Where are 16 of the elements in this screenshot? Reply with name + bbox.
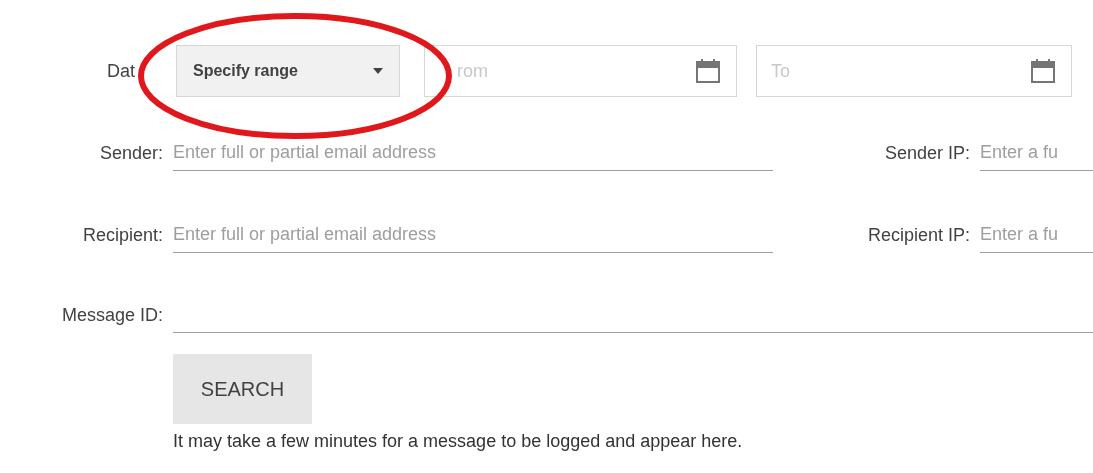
calendar-icon[interactable] <box>696 59 720 83</box>
search-button[interactable]: SEARCH <box>173 354 312 424</box>
field-label: Message ID: <box>61 303 163 327</box>
field-label: Sender: <box>99 141 163 165</box>
hint-text: It may take a few minutes for a message to be logged and appear here. <box>173 430 744 453</box>
calendar-icon[interactable] <box>1031 59 1055 83</box>
range-dropdown[interactable]: Specify range <box>176 45 400 97</box>
caret-icon <box>373 68 383 74</box>
field-label: Recipient IP: <box>867 223 970 247</box>
field-label: Recipient: <box>82 223 163 247</box>
field-label: Dat <box>107 59 135 83</box>
input-field[interactable]: Enter full or partial email address <box>173 217 773 253</box>
input-field[interactable]: Enter full or partial email address <box>173 135 773 171</box>
input-field[interactable]: Enter a fu <box>980 217 1093 253</box>
field-label: Sender IP: <box>884 141 970 165</box>
input-field[interactable]: Enter a fu <box>980 135 1093 171</box>
